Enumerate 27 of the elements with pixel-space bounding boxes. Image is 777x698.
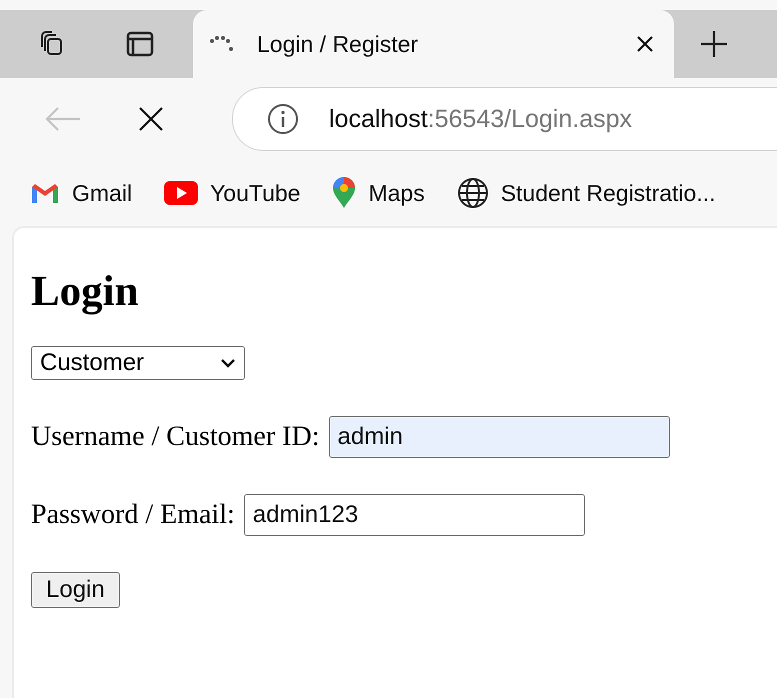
address-bar[interactable]: localhost:56543/Login.aspx: [232, 87, 777, 151]
bookmark-link[interactable]: Gmail: [30, 180, 132, 206]
role-dropdown[interactable]: Customer: [31, 346, 245, 380]
loading-icon: [209, 35, 235, 53]
map-pin-icon: [332, 177, 356, 209]
url-text: localhost:56543/Login.aspx: [329, 104, 632, 134]
envelope-icon: [30, 182, 60, 204]
tab-title: Login / Register: [257, 30, 420, 58]
chevron-icon: [220, 358, 236, 368]
close-icon[interactable]: [138, 106, 164, 132]
workspaces-icon[interactable]: [40, 31, 64, 57]
bookmark-link[interactable]: YouTube: [164, 180, 300, 206]
bookmark-link[interactable]: Student Registratio...: [456, 177, 716, 209]
globe-icon: [456, 177, 489, 209]
info-icon[interactable]: [267, 103, 299, 135]
browser-tab[interactable]: Login / Register: [193, 10, 674, 78]
page-heading: Login: [31, 267, 140, 317]
tab-actions-icon[interactable]: [126, 31, 154, 57]
close-icon[interactable]: [636, 35, 654, 53]
field-label: Username / Customer ID:: [31, 420, 320, 453]
text-field[interactable]: admin123: [244, 494, 585, 536]
new-tab-icon[interactable]: [700, 30, 728, 58]
text-field[interactable]: admin: [328, 416, 670, 458]
field-label: Password / Email:: [31, 498, 235, 531]
play-icon: [164, 181, 198, 205]
login-button[interactable]: Login: [31, 572, 120, 608]
bookmark-link[interactable]: Maps: [332, 177, 425, 209]
